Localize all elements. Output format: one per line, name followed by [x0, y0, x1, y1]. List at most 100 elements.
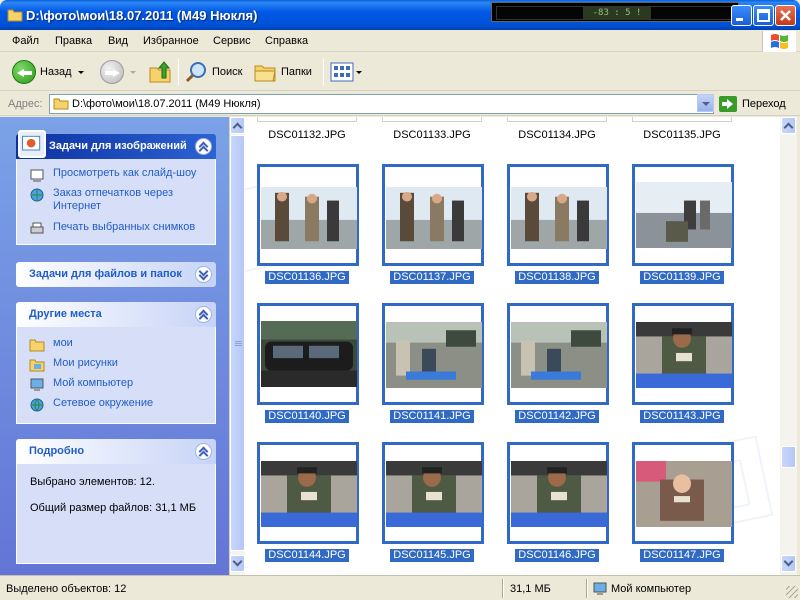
file-label[interactable]: DSC01136.JPG: [265, 271, 349, 284]
file-label[interactable]: DSC01145.JPG: [390, 549, 474, 562]
file-label[interactable]: DSC01144.JPG: [265, 549, 349, 562]
tray-widget: -83 : 5 !: [491, 2, 739, 22]
maximize-button[interactable]: [753, 5, 774, 26]
forward-dropdown-icon[interactable]: [130, 70, 136, 74]
content-scroll-up-button[interactable]: [781, 117, 796, 134]
address-input[interactable]: D:\фото\мои\18.07.2011 (М49 Нюкля): [49, 94, 714, 114]
folders-button[interactable]: Папки: [253, 57, 312, 87]
thumbnail-item[interactable]: DSC01139.JPG: [632, 164, 734, 284]
file-label[interactable]: DSC01139.JPG: [640, 271, 724, 284]
thumbnail-frame[interactable]: [257, 442, 359, 544]
photo-thumbnail: [511, 322, 607, 388]
forward-button[interactable]: [100, 57, 136, 87]
menu-bar: Файл Правка Вид Избранное Сервис Справка: [0, 30, 800, 52]
menu-favorites[interactable]: Избранное: [143, 35, 199, 47]
file-label[interactable]: DSC01141.JPG: [390, 410, 474, 423]
details-header[interactable]: Подробно: [16, 439, 216, 464]
pane-scroll-thumb[interactable]: [230, 135, 245, 551]
thumbnail-item[interactable]: DSC01140.JPG: [257, 303, 359, 423]
thumbnail-item[interactable]: DSC01137.JPG: [382, 164, 484, 284]
file-label[interactable]: DSC01138.JPG: [515, 271, 599, 284]
file-label[interactable]: DSC01147.JPG: [640, 549, 724, 562]
up-folder-button[interactable]: [148, 57, 172, 87]
maximize-icon: [757, 9, 770, 22]
other-places-body: мои Мои рисунки Мой компьютер Сетевое ок…: [16, 327, 216, 424]
thumbnail-frame[interactable]: [507, 442, 609, 544]
file-label[interactable]: DSC01135.JPG: [632, 129, 732, 141]
content-scroll-thumb[interactable]: [781, 446, 796, 468]
pane-scroll-up-button[interactable]: [230, 117, 245, 134]
thumbnail-item[interactable]: DSC01144.JPG: [257, 442, 359, 562]
file-label[interactable]: DSC01134.JPG: [507, 129, 607, 141]
thumbnail-item[interactable]: DSC01147.JPG: [632, 442, 734, 562]
back-button[interactable]: Назад: [12, 57, 84, 87]
details-selected-count: Выбрано элементов: 12.: [30, 476, 155, 488]
thumbnail-item[interactable]: DSC01138.JPG: [507, 164, 609, 284]
file-label[interactable]: DSC01143.JPG: [640, 410, 724, 423]
thumbnail-item[interactable]: DSC01142.JPG: [507, 303, 609, 423]
image-tasks-panel: Задачи для изображений Просмотреть как с…: [16, 130, 216, 245]
pane-scroll-down-button[interactable]: [230, 555, 245, 572]
place-moi-link[interactable]: мои: [29, 337, 73, 353]
thumbnail-frame[interactable]: [507, 164, 609, 266]
print-pictures-link[interactable]: Печать выбранных снимков: [29, 221, 195, 237]
slideshow-link[interactable]: Просмотреть как слайд-шоу: [29, 167, 196, 183]
place-my-computer-link[interactable]: Мой компьютер: [29, 377, 133, 393]
order-prints-link[interactable]: Заказ отпечатков через Интернет: [29, 187, 193, 213]
thumbnail-frame[interactable]: [507, 303, 609, 405]
views-button[interactable]: [330, 57, 362, 87]
minimize-button[interactable]: [731, 5, 752, 26]
thumbnail-item[interactable]: DSC01141.JPG: [382, 303, 484, 423]
thumbnail-frame[interactable]: [382, 303, 484, 405]
chevron-down-icon: [783, 556, 794, 567]
thumbnail-item[interactable]: DSC01146.JPG: [507, 442, 609, 562]
toolbar: Назад Поиск Папки: [0, 53, 800, 91]
title-bar[interactable]: D:\фото\мои\18.07.2011 (М49 Нюкля) -83 :…: [0, 0, 800, 30]
menu-view[interactable]: Вид: [108, 35, 128, 47]
collapse-other-places-button[interactable]: [195, 306, 212, 324]
thumbnail-item[interactable]: DSC01143.JPG: [632, 303, 734, 423]
back-dropdown-icon[interactable]: [77, 70, 84, 74]
back-arrow-icon: [12, 60, 36, 84]
thumbnail-frame[interactable]: [382, 442, 484, 544]
place-network-link[interactable]: Сетевое окружение: [29, 397, 153, 413]
thumbnail-frame[interactable]: [257, 303, 359, 405]
collapse-image-tasks-button[interactable]: [195, 138, 212, 156]
thumbnail-item[interactable]: DSC01145.JPG: [382, 442, 484, 562]
status-location: Мой компьютер: [592, 580, 691, 598]
content-scrollbar[interactable]: [780, 117, 797, 575]
search-button[interactable]: Поиск: [185, 57, 242, 87]
content-scroll-down-button[interactable]: [781, 555, 796, 572]
file-tasks-header[interactable]: Задачи для файлов и папок: [16, 262, 216, 287]
file-label[interactable]: DSC01137.JPG: [390, 271, 474, 284]
search-label: Поиск: [212, 66, 243, 78]
folder-icon: [53, 98, 69, 110]
close-button[interactable]: [775, 5, 796, 26]
collapse-details-button[interactable]: [195, 443, 212, 461]
thumbnail-item[interactable]: DSC01136.JPG: [257, 164, 359, 284]
thumbnail-frame[interactable]: [632, 303, 734, 405]
file-label[interactable]: DSC01140.JPG: [265, 410, 349, 423]
menu-help[interactable]: Справка: [265, 35, 308, 47]
views-dropdown-icon[interactable]: [356, 70, 362, 74]
thumbnail-frame[interactable]: [382, 164, 484, 266]
file-label[interactable]: DSC01132.JPG: [257, 129, 357, 141]
go-button[interactable]: Переход: [719, 95, 786, 113]
thumbnail-frame[interactable]: [632, 164, 734, 266]
place-my-pictures-link[interactable]: Мои рисунки: [29, 357, 118, 373]
address-value: D:\фото\мои\18.07.2011 (М49 Нюкля): [72, 98, 261, 110]
address-dropdown-button[interactable]: [697, 94, 714, 112]
file-label[interactable]: DSC01142.JPG: [515, 410, 599, 423]
image-tasks-header[interactable]: Задачи для изображений: [16, 130, 216, 159]
menu-edit[interactable]: Правка: [55, 35, 92, 47]
other-places-header[interactable]: Другие места: [16, 302, 216, 327]
thumbnail-frame[interactable]: [257, 164, 359, 266]
menu-tools[interactable]: Сервис: [213, 35, 251, 47]
menu-file[interactable]: Файл: [12, 35, 39, 47]
file-label[interactable]: DSC01133.JPG: [382, 129, 482, 141]
resize-grip[interactable]: [786, 586, 798, 598]
thumbnail-frame[interactable]: [632, 442, 734, 544]
file-view[interactable]: DSC01132.JPG DSC01133.JPG DSC01134.JPG D…: [245, 117, 780, 575]
file-label[interactable]: DSC01146.JPG: [515, 549, 599, 562]
expand-file-tasks-button[interactable]: [195, 266, 212, 283]
